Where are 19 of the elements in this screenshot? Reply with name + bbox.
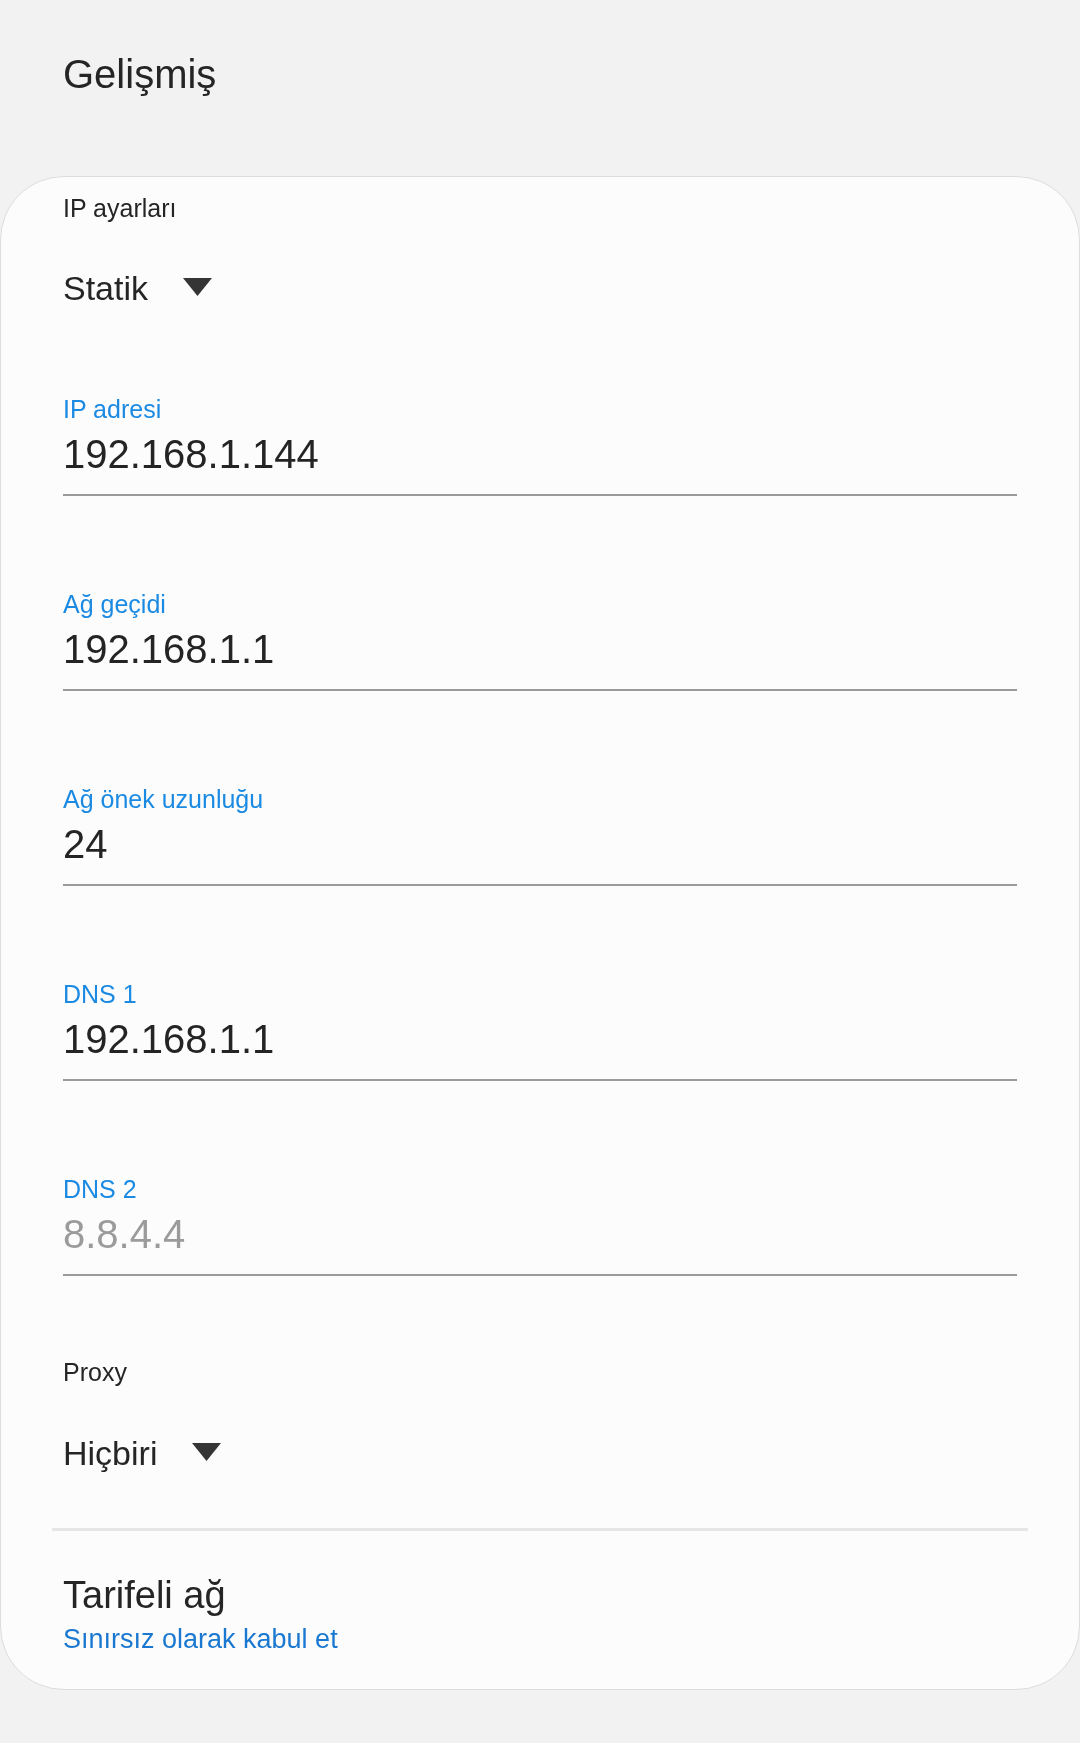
caret-icon	[183, 277, 213, 296]
setting-value: Sınırsız olarak kabul et	[63, 1623, 338, 1655]
input-field[interactable]: 192.168.1.144	[63, 430, 1017, 496]
dropdown-button[interactable]: Statik	[63, 268, 213, 308]
page-title: Gelişmiş	[63, 51, 217, 98]
caret-icon	[192, 1442, 222, 1461]
dropdown-label: Proxy	[63, 1357, 127, 1387]
input-field[interactable]: 192.168.1.1	[63, 625, 1017, 691]
field-label: DNS 1	[63, 979, 137, 1009]
field-label: DNS 2	[63, 1174, 137, 1204]
input-field[interactable]: 24	[63, 820, 1017, 886]
input-field[interactable]: 192.168.1.1	[63, 1015, 1017, 1081]
dropdown-label: IP ayarları	[63, 193, 177, 223]
setting-title[interactable]: Tarifeli ağ	[63, 1573, 226, 1617]
field-label: IP adresi	[63, 394, 162, 424]
field-label: Ağ önek uzunluğu	[63, 784, 264, 814]
input-field[interactable]: 8.8.4.4	[63, 1210, 1017, 1276]
dropdown-button[interactable]: Hiçbiri	[63, 1433, 222, 1473]
field-label: Ağ geçidi	[63, 589, 166, 619]
